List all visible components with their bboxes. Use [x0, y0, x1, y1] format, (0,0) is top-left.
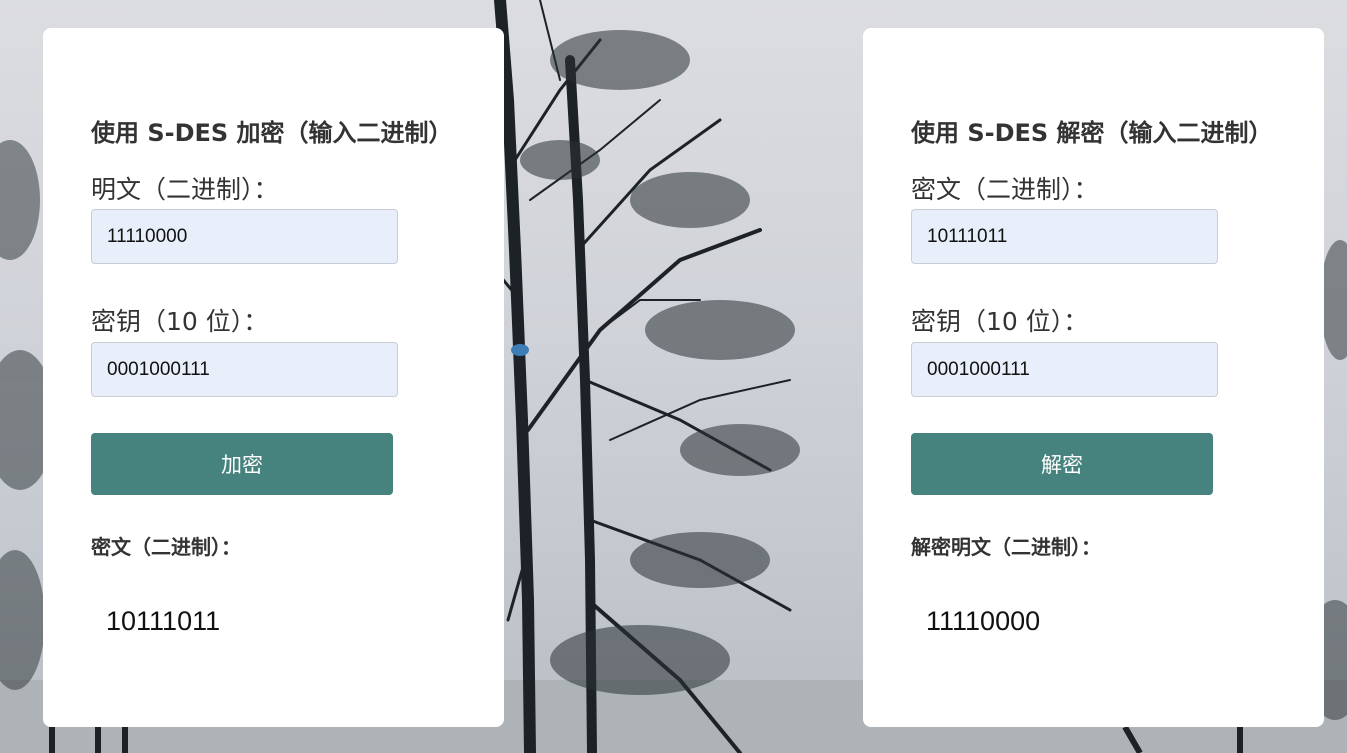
encrypt-key-input[interactable]: [91, 342, 398, 397]
encrypt-title: 使用 S-DES 加密（输入二进制）: [91, 119, 453, 147]
plaintext-result-label: 解密明文（二进制）：: [911, 535, 1101, 559]
encrypt-key-label: 密钥（10 位）：: [91, 307, 269, 336]
decrypt-card: 使用 S-DES 解密（输入二进制） 密文（二进制）： 密钥（10 位）： 解密…: [863, 28, 1324, 727]
ciphertext-label: 密文（二进制）：: [911, 175, 1099, 204]
ciphertext-input[interactable]: [911, 209, 1218, 264]
encrypt-button[interactable]: 加密: [91, 433, 393, 495]
plaintext-label: 明文（二进制）：: [91, 175, 279, 204]
ciphertext-result-label: 密文（二进制）：: [91, 535, 241, 559]
ciphertext-result-value: 10111011: [106, 606, 221, 636]
decrypt-button[interactable]: 解密: [911, 433, 1213, 495]
decrypt-title: 使用 S-DES 解密（输入二进制）: [911, 119, 1273, 147]
decrypt-key-label: 密钥（10 位）：: [911, 307, 1089, 336]
decrypt-key-input[interactable]: [911, 342, 1218, 397]
plaintext-result-value: 11110000: [926, 606, 1041, 636]
encrypt-card: 使用 S-DES 加密（输入二进制） 明文（二进制）： 密钥（10 位）： 加密…: [43, 28, 504, 727]
plaintext-input[interactable]: [91, 209, 398, 264]
